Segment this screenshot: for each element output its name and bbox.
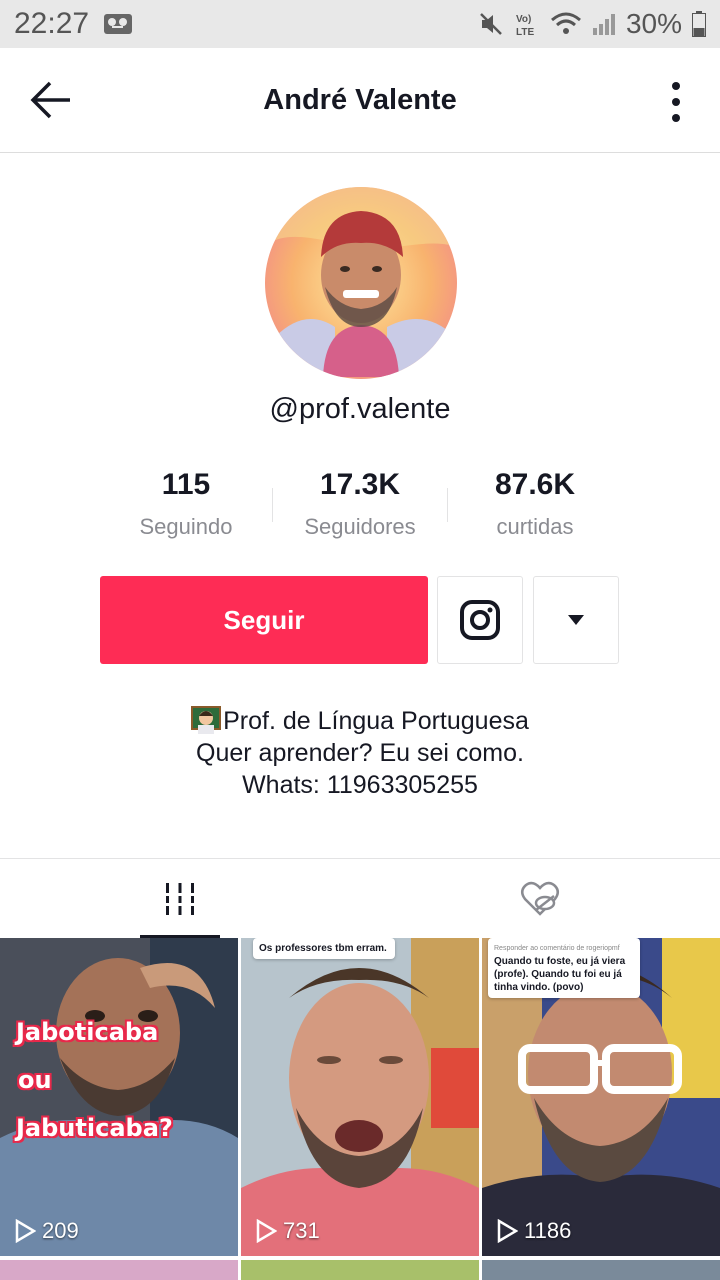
stat-following-value: 115: [161, 468, 211, 501]
volte-icon: Vo) LTE: [516, 14, 534, 38]
bio-line-3: Whats: 11963305255: [242, 771, 478, 799]
signal-icon: [592, 14, 615, 35]
avatar[interactable]: [265, 187, 457, 379]
battery-icon: [692, 11, 706, 37]
profile-bio: Prof. de Língua Portuguesa Quer aprender…: [0, 704, 720, 801]
view-count-text: 1186: [524, 1218, 572, 1243]
stat-followers-label: Seguidores: [304, 514, 416, 539]
video-thumbnail[interactable]: Jaboticaba ou Jabuticaba? 209: [0, 938, 238, 1256]
stat-likes-label: curtidas: [496, 514, 574, 539]
video-thumbnail[interactable]: Os professores tbm erram. 731: [241, 938, 479, 1256]
video-thumbnail-partial[interactable]: [241, 1260, 479, 1280]
video-thumbnail-partial[interactable]: [482, 1260, 720, 1280]
dropdown-caret-icon: [568, 615, 584, 625]
video-view-count: 1186: [496, 1218, 571, 1244]
stat-followers-value: 17.3K: [319, 468, 401, 501]
tab-videos[interactable]: [0, 859, 360, 939]
instagram-button[interactable]: [437, 576, 523, 664]
teacher-emoji-icon: [191, 706, 222, 734]
video-view-count: 731: [255, 1218, 320, 1244]
profile-username: @prof.valente: [269, 393, 451, 425]
play-icon: [497, 1219, 518, 1243]
video-thumbnail[interactable]: Responder ao comentário de rogeriopmf Qu…: [482, 938, 720, 1256]
stat-likes[interactable]: 87.6K curtidas: [445, 468, 625, 540]
bio-line-2: Quer aprender? Eu sei como.: [196, 739, 524, 767]
more-vertical-icon[interactable]: [668, 80, 684, 124]
svg-text:Vo): Vo): [516, 14, 531, 25]
video-caption-text: Os professores tbm erram.: [259, 943, 387, 954]
wifi-icon: [550, 12, 581, 34]
profile-display-name: André Valente: [263, 83, 457, 116]
video-caption-text: Quando tu foste, eu já viera (profe). Qu…: [494, 956, 626, 993]
top-nav-bar: André Valente: [0, 48, 720, 153]
status-bar: 22:27 Vo) LTE 30%: [0, 0, 720, 48]
video-view-count: 209: [14, 1218, 79, 1244]
profile-tabs: [0, 858, 720, 939]
video-thumbnail-partial[interactable]: [0, 1260, 238, 1280]
tab-liked-private[interactable]: [360, 859, 720, 939]
play-icon: [15, 1219, 36, 1243]
video-caption-reply-label: Responder ao comentário de rogeriopmf: [494, 945, 620, 952]
instagram-icon: [460, 600, 500, 640]
profile-stats: 115 Seguindo 17.3K Seguidores 87.6K curt…: [0, 468, 720, 548]
suggested-accounts-button[interactable]: [533, 576, 619, 664]
view-count-text: 209: [42, 1218, 79, 1243]
video-grid-icon: [165, 883, 195, 915]
status-time: 22:27: [14, 7, 90, 40]
video-overlay-text: Jabuticaba?: [16, 1114, 173, 1142]
video-thumbnail-image: [0, 938, 238, 1256]
svg-text:LTE: LTE: [516, 27, 534, 38]
play-icon: [256, 1219, 277, 1243]
video-caption-bubble: Os professores tbm erram.: [253, 938, 395, 959]
video-overlay-text: Jaboticaba: [16, 1018, 159, 1046]
mute-icon: [480, 13, 502, 35]
video-caption-bubble: Responder ao comentário de rogeriopmf Qu…: [488, 938, 640, 998]
stat-followers[interactable]: 17.3K Seguidores: [270, 468, 450, 540]
video-thumbnail-image: [241, 938, 479, 1256]
stat-following-label: Seguindo: [139, 514, 233, 539]
stat-following[interactable]: 115 Seguindo: [96, 468, 276, 540]
voicemail-icon: [104, 14, 133, 34]
video-grid: Jaboticaba ou Jabuticaba? 209 Os profess…: [0, 938, 720, 1280]
bio-line-1: Prof. de Língua Portuguesa: [223, 707, 529, 735]
video-overlay-text: ou: [18, 1066, 52, 1094]
battery-percent: 30%: [625, 8, 682, 39]
view-count-text: 731: [283, 1218, 320, 1243]
follow-button[interactable]: Seguir: [100, 576, 428, 664]
back-arrow-icon[interactable]: [28, 78, 76, 122]
stat-likes-value: 87.6K: [494, 468, 576, 501]
liked-hidden-icon: [521, 881, 559, 916]
